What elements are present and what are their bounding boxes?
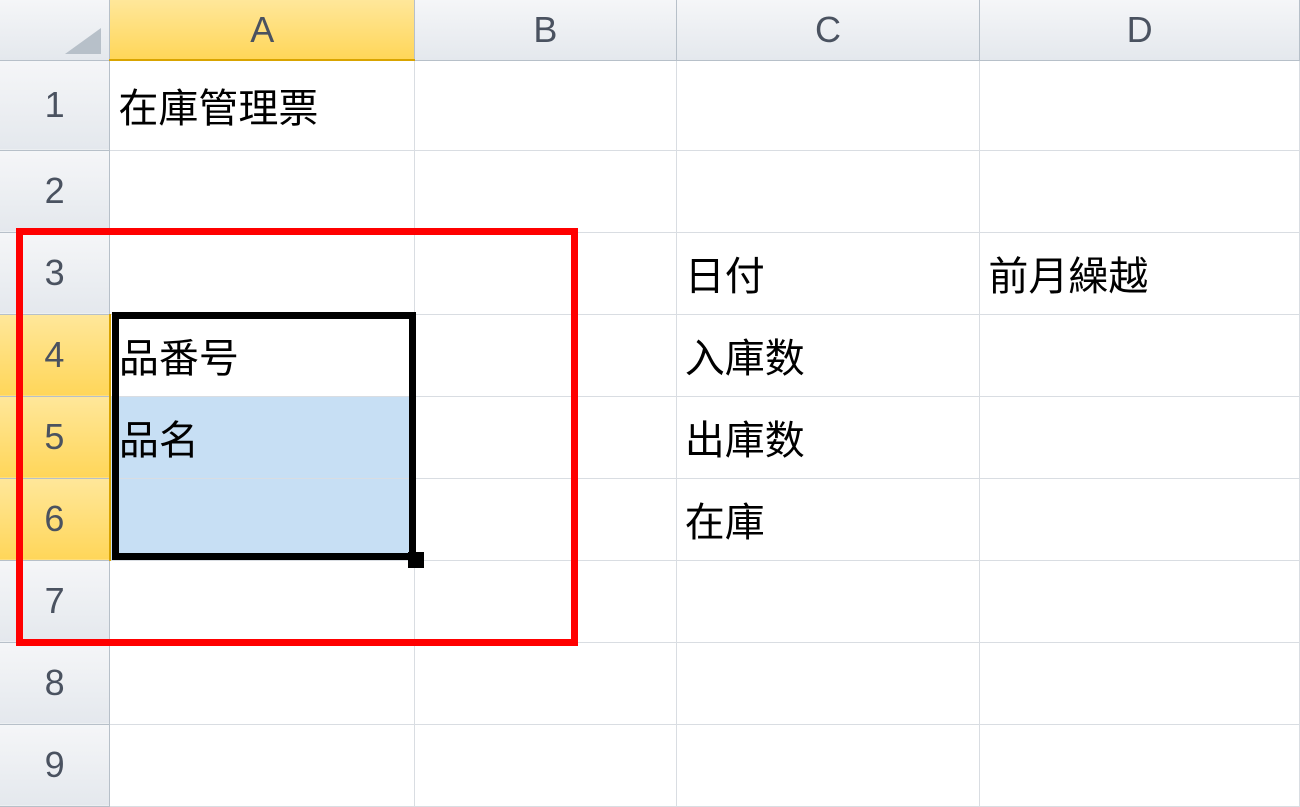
cell-B8[interactable]: [415, 642, 677, 724]
row-header-9[interactable]: 9: [0, 724, 110, 806]
spreadsheet-grid[interactable]: A B C D 1 在庫管理票 2 3 日付 前月繰越 4 品番号 入庫数 5 …: [0, 0, 1300, 807]
fill-handle[interactable]: [408, 552, 424, 568]
cell-B2[interactable]: [415, 150, 677, 232]
col-header-A[interactable]: A: [110, 0, 415, 60]
cell-C2[interactable]: [676, 150, 980, 232]
cell-D2[interactable]: [980, 150, 1300, 232]
cell-C8[interactable]: [676, 642, 980, 724]
select-all-corner[interactable]: [0, 0, 110, 60]
cell-C3[interactable]: 日付: [676, 232, 980, 314]
cell-A7[interactable]: [110, 560, 415, 642]
cell-B7[interactable]: [415, 560, 677, 642]
cell-B4[interactable]: [415, 314, 677, 396]
cell-B3[interactable]: [415, 232, 677, 314]
cell-B6[interactable]: [415, 478, 677, 560]
cell-C1[interactable]: [676, 60, 980, 150]
cell-B1[interactable]: [415, 60, 677, 150]
cell-A9[interactable]: [110, 724, 415, 806]
row-header-8[interactable]: 8: [0, 642, 110, 724]
row-header-5[interactable]: 5: [0, 396, 110, 478]
cell-C7[interactable]: [676, 560, 980, 642]
cell-D7[interactable]: [980, 560, 1300, 642]
cell-A3[interactable]: [110, 232, 415, 314]
cell-B9[interactable]: [415, 724, 677, 806]
cell-C9[interactable]: [676, 724, 980, 806]
cell-A4[interactable]: 品番号: [110, 314, 415, 396]
cell-D6[interactable]: [980, 478, 1300, 560]
row-header-6[interactable]: 6: [0, 478, 110, 560]
cell-A2[interactable]: [110, 150, 415, 232]
col-header-C[interactable]: C: [676, 0, 980, 60]
cell-A8[interactable]: [110, 642, 415, 724]
cell-A1[interactable]: 在庫管理票: [110, 60, 415, 150]
cell-D3[interactable]: 前月繰越: [980, 232, 1300, 314]
cell-D1[interactable]: [980, 60, 1300, 150]
col-header-D[interactable]: D: [980, 0, 1300, 60]
cell-D4[interactable]: [980, 314, 1300, 396]
col-header-B[interactable]: B: [415, 0, 677, 60]
row-header-2[interactable]: 2: [0, 150, 110, 232]
cell-D8[interactable]: [980, 642, 1300, 724]
cell-B5[interactable]: [415, 396, 677, 478]
row-header-7[interactable]: 7: [0, 560, 110, 642]
cell-D5[interactable]: [980, 396, 1300, 478]
cell-A6[interactable]: [110, 478, 415, 560]
row-header-3[interactable]: 3: [0, 232, 110, 314]
row-header-1[interactable]: 1: [0, 60, 110, 150]
cell-C5[interactable]: 出庫数: [676, 396, 980, 478]
cell-C4[interactable]: 入庫数: [676, 314, 980, 396]
row-header-4[interactable]: 4: [0, 314, 110, 396]
cell-C6[interactable]: 在庫: [676, 478, 980, 560]
cell-A5[interactable]: 品名: [110, 396, 415, 478]
cell-D9[interactable]: [980, 724, 1300, 806]
